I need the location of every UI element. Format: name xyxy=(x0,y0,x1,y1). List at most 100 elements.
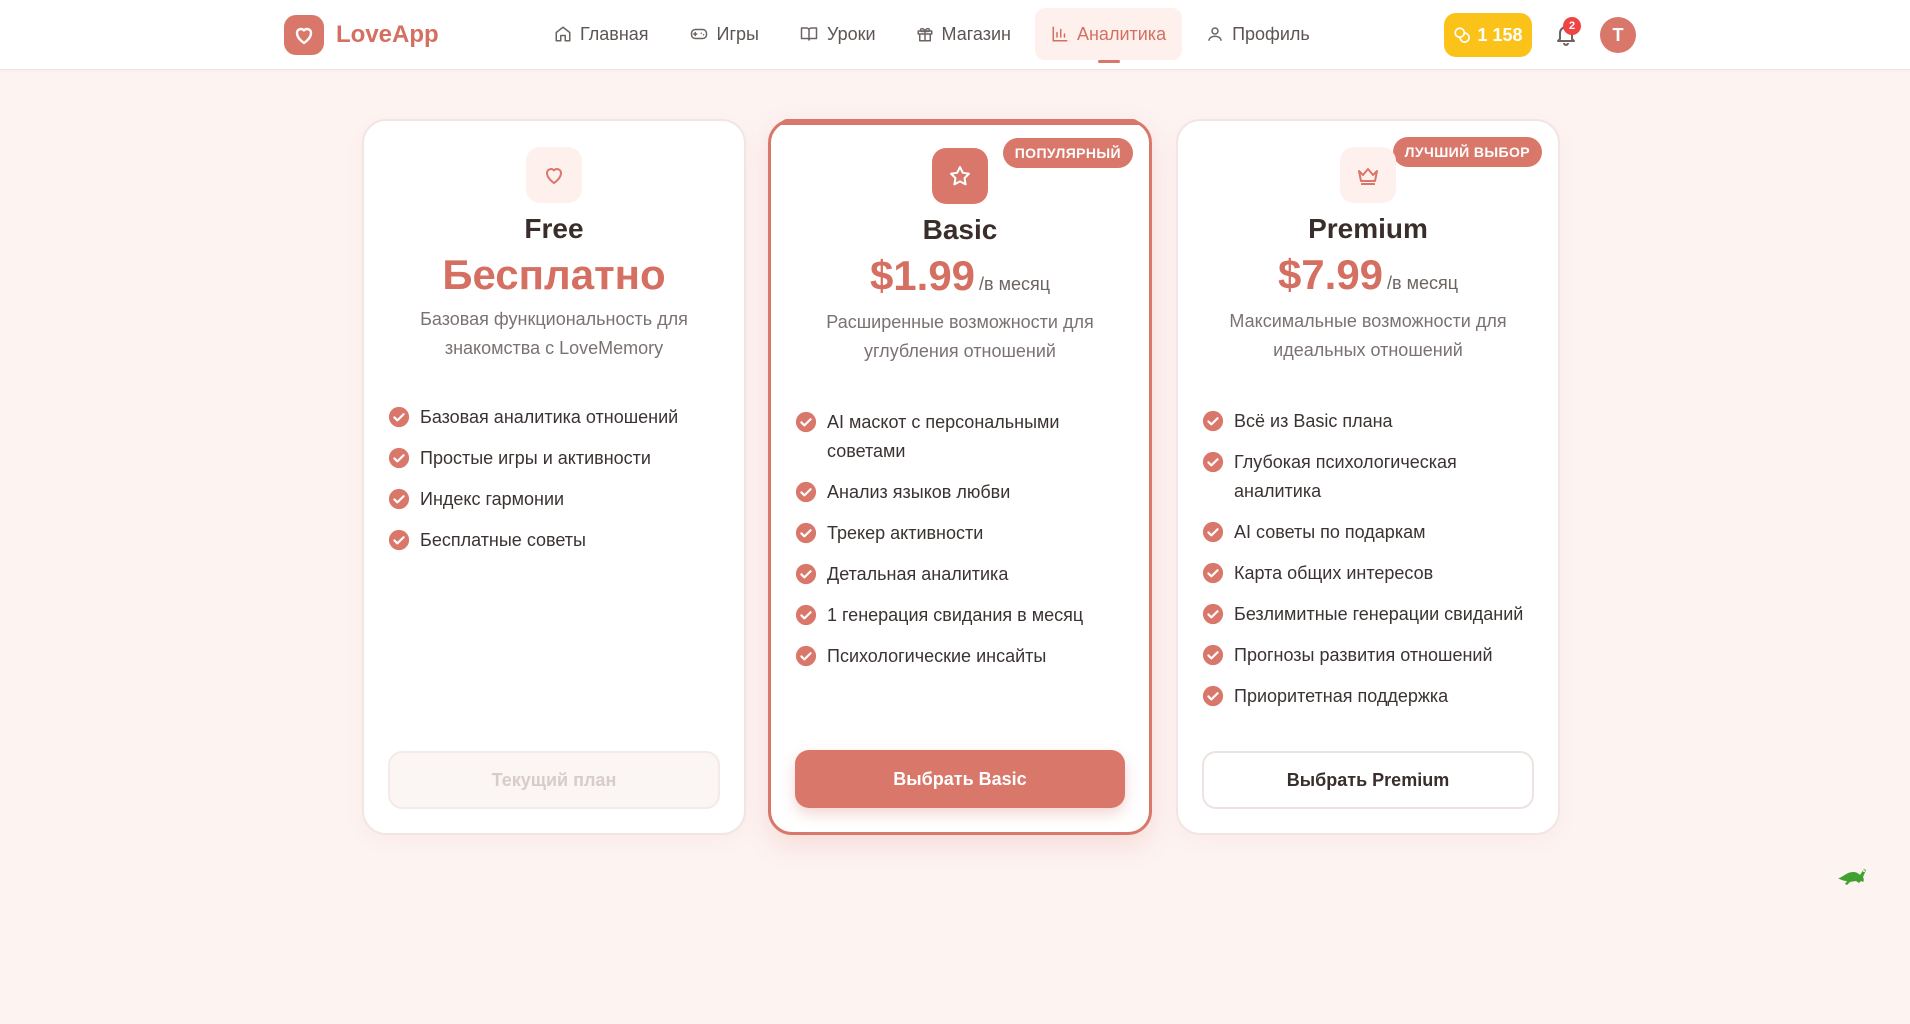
plan-description: Базовая функциональность для знакомства … xyxy=(420,309,688,358)
plan-description: Максимальные возможности для идеальных о… xyxy=(1229,311,1507,360)
plan-price: Бесплатно xyxy=(442,251,666,298)
chart-icon xyxy=(1052,26,1068,42)
check-circle-icon xyxy=(795,481,817,503)
plan-name: Basic xyxy=(922,214,998,245)
popular-badge: ПОПУЛЯРНЫЙ xyxy=(1002,138,1133,168)
check-circle-icon xyxy=(388,447,410,469)
feature-item: Базовая аналитика отношений xyxy=(388,403,720,432)
plan-period: /в месяц xyxy=(979,274,1051,294)
check-circle-icon xyxy=(1202,410,1224,432)
check-circle-icon xyxy=(388,406,410,428)
feature-text: Приоритетная поддержка xyxy=(1234,686,1449,706)
feature-item: 1 генерация свидания в месяц xyxy=(795,601,1125,630)
feature-item: Простые игры и активности xyxy=(388,444,720,473)
active-tab-indicator xyxy=(1097,60,1120,63)
plan-name: Free xyxy=(524,213,584,244)
feature-item: Психологические инсайты xyxy=(795,642,1125,671)
feature-text: Базовая аналитика отношений xyxy=(420,407,679,427)
app-name: LoveApp xyxy=(336,21,439,48)
plan-period: /в месяц xyxy=(1387,273,1459,293)
crown-icon xyxy=(1340,147,1396,203)
feature-text: Карта общих интересов xyxy=(1234,563,1434,583)
nav-item-home[interactable]: Главная xyxy=(538,8,665,60)
current-plan-button[interactable]: Текущий план xyxy=(388,751,720,809)
feature-text: AI советы по подаркам xyxy=(1234,522,1426,542)
top-nav-bar: LoveApp Главная Игры Уроки Магазин Анали… xyxy=(0,0,1910,70)
feature-text: 1 генерация свидания в месяц xyxy=(827,605,1084,625)
book-icon xyxy=(800,27,818,41)
feature-item: AI маскот с персональными советами xyxy=(795,408,1125,466)
feature-item: Всё из Basic плана xyxy=(1202,407,1534,436)
plan-price: $7.99 xyxy=(1277,251,1384,298)
feature-list: AI маскот с персональными советами Анализ… xyxy=(795,408,1125,683)
plan-card-premium: ЛУЧШИЙ ВЫБОР Premium $7.99/в месяц Макси… xyxy=(1176,119,1560,835)
nav-item-analytics[interactable]: Аналитика xyxy=(1034,8,1183,63)
feature-item: Безлимитные генерации свиданий xyxy=(1202,600,1534,629)
feature-text: Психологические инсайты xyxy=(827,646,1047,666)
check-circle-icon xyxy=(388,488,410,510)
nav-item-games[interactable]: Игры xyxy=(673,8,775,60)
main-nav: Главная Игры Уроки Магазин Аналитика Про… xyxy=(538,8,1334,63)
nav-item-profile[interactable]: Профиль xyxy=(1190,8,1326,60)
feature-item: Приоритетная поддержка xyxy=(1202,682,1534,711)
check-circle-icon xyxy=(795,645,817,667)
nav-label-home: Главная xyxy=(580,23,649,44)
nav-label-lessons: Уроки xyxy=(826,23,876,44)
feature-list: Всё из Basic плана Глубокая психологическ… xyxy=(1202,407,1534,723)
feature-text: Бесплатные советы xyxy=(420,530,586,550)
check-circle-icon xyxy=(1202,562,1224,584)
gift-icon xyxy=(917,27,933,42)
check-circle-icon xyxy=(795,563,817,585)
notification-badge: 2 xyxy=(1563,17,1581,35)
nav-label-shop: Магазин xyxy=(941,23,1011,44)
check-circle-icon xyxy=(1202,521,1224,543)
avatar[interactable]: T xyxy=(1600,17,1636,53)
heart-icon xyxy=(526,147,582,203)
nav-item-lessons[interactable]: Уроки xyxy=(783,8,892,60)
feature-text: Индекс гармонии xyxy=(420,489,565,509)
feature-text: Простые игры и активности xyxy=(420,448,651,468)
nav-label-profile: Профиль xyxy=(1232,23,1310,44)
feature-list: Базовая аналитика отношений Простые игры … xyxy=(388,403,720,567)
gamepad-icon xyxy=(690,28,707,40)
plan-card-free: Free Бесплатно Базовая функциональность … xyxy=(362,119,746,835)
price-row: Бесплатно xyxy=(364,251,744,299)
feature-text: Анализ языков любви xyxy=(827,482,1011,502)
feature-item: Детальная аналитика xyxy=(795,560,1125,589)
plan-card-basic: ПОПУЛЯРНЫЙ Basic $1.99/в месяц Расширенн… xyxy=(768,119,1152,835)
plan-price: $1.99 xyxy=(869,252,976,299)
feature-item: Трекер активности xyxy=(795,519,1125,548)
coins-count: 1 158 xyxy=(1477,24,1523,45)
feature-item: Карта общих интересов xyxy=(1202,559,1534,588)
check-circle-icon xyxy=(795,522,817,544)
check-circle-icon xyxy=(1202,603,1224,625)
feature-item: Анализ языков любви xyxy=(795,478,1125,507)
price-row: $1.99/в месяц xyxy=(771,252,1149,300)
star-icon xyxy=(932,148,988,204)
feature-item: Бесплатные советы xyxy=(388,526,720,555)
check-circle-icon xyxy=(388,529,410,551)
coins-balance-button[interactable]: 1 158 xyxy=(1444,13,1532,57)
coins-icon xyxy=(1454,27,1471,43)
check-circle-icon xyxy=(795,411,817,433)
select-basic-button[interactable]: Выбрать Basic xyxy=(795,750,1125,808)
nav-item-shop[interactable]: Магазин xyxy=(900,8,1027,60)
home-icon xyxy=(555,26,571,42)
feature-text: Прогнозы развития отношений xyxy=(1234,645,1493,665)
feature-item: Глубокая психологическая аналитика xyxy=(1202,448,1534,506)
plan-description: Расширенные возможности для углубления о… xyxy=(826,312,1094,361)
select-premium-button[interactable]: Выбрать Premium xyxy=(1202,751,1534,809)
feature-text: Детальная аналитика xyxy=(827,564,1009,584)
check-circle-icon xyxy=(1202,451,1224,473)
price-row: $7.99/в месяц xyxy=(1178,251,1558,299)
feature-item: AI советы по подаркам xyxy=(1202,518,1534,547)
mascot-dino-icon[interactable] xyxy=(1835,860,1871,886)
feature-text: Трекер активности xyxy=(827,523,984,543)
feature-text: Безлимитные генерации свиданий xyxy=(1234,604,1524,624)
app-logo[interactable]: LoveApp xyxy=(284,15,439,55)
nav-label-analytics: Аналитика xyxy=(1076,23,1167,44)
feature-item: Прогнозы развития отношений xyxy=(1202,641,1534,670)
check-circle-icon xyxy=(1202,644,1224,666)
feature-text: AI маскот с персональными советами xyxy=(827,412,1060,461)
best-choice-badge: ЛУЧШИЙ ВЫБОР xyxy=(1392,137,1542,167)
